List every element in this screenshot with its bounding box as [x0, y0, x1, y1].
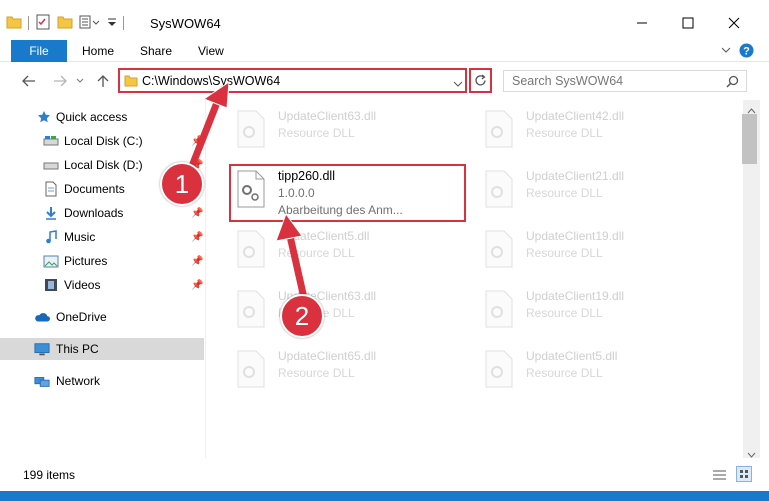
item-count: 199 items: [23, 468, 76, 482]
arrow-to-address-bar: [188, 81, 230, 170]
step-badge-1: 1: [160, 162, 204, 206]
status-bar: 199 items: [0, 458, 769, 491]
annotation-overlay: [188, 81, 308, 302]
details-view-icon[interactable]: [712, 469, 727, 484]
arrow-to-dll-file: [275, 212, 308, 302]
step-badge-2: 2: [280, 294, 324, 338]
window-frame-bottom: [0, 491, 769, 501]
large-icons-view-icon[interactable]: [736, 466, 752, 482]
